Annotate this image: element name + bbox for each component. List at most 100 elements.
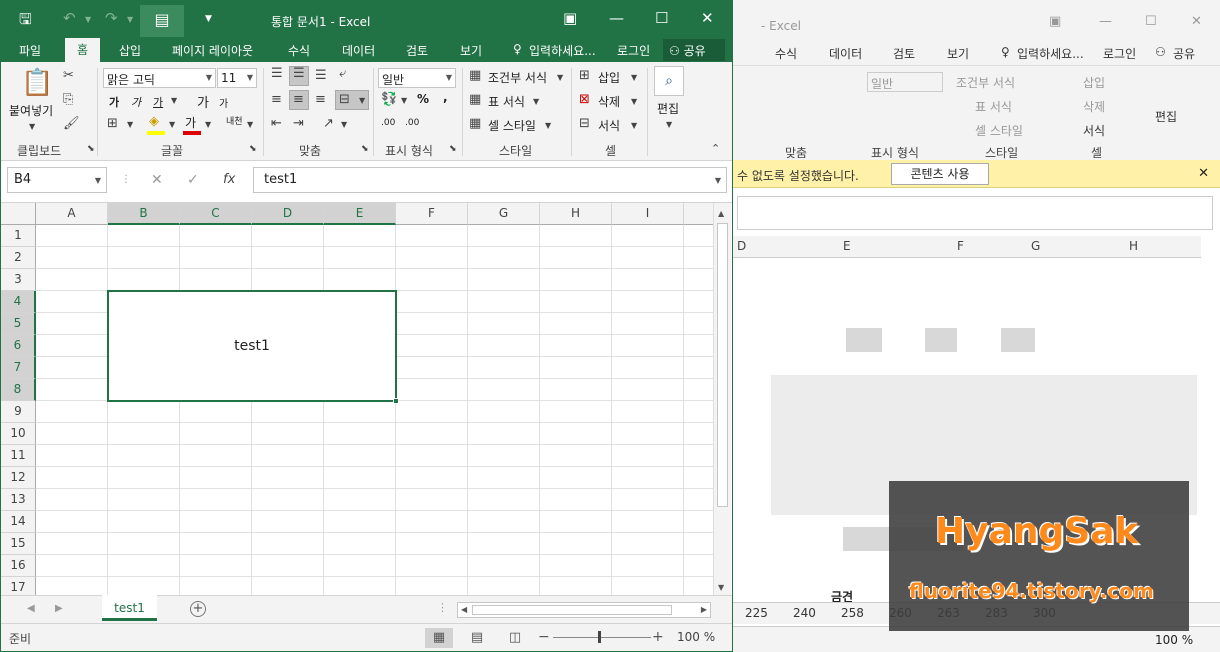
border-dropdown-icon[interactable]: ▼ xyxy=(127,120,133,129)
bg-share[interactable]: 공유 xyxy=(1173,45,1195,62)
form-icon[interactable]: ▤ xyxy=(140,5,184,37)
add-sheet-button[interactable]: + xyxy=(190,601,206,617)
cell-style-button[interactable]: 셀 스타일 xyxy=(488,117,536,134)
maximize-icon[interactable]: ☐ xyxy=(655,9,668,27)
chevron-down-icon[interactable]: ▼ xyxy=(631,73,637,82)
save-icon[interactable]: 🖫 xyxy=(19,9,32,34)
font-launcher-icon[interactable]: ⬊ xyxy=(249,144,257,154)
copy-icon[interactable]: ⎘ xyxy=(63,92,73,107)
underline-dropdown-icon[interactable]: ▼ xyxy=(171,96,177,105)
vertical-scrollbar[interactable]: ▲ ▼ xyxy=(713,203,731,595)
bg-tab-data[interactable]: 데이터 xyxy=(829,45,862,62)
font-size-combo[interactable]: 11 ▼ xyxy=(217,68,257,88)
cancel-icon[interactable]: ✕ xyxy=(151,172,163,188)
bg-minimize-icon[interactable]: — xyxy=(1099,14,1112,29)
fill-color-icon[interactable]: ◈ xyxy=(149,114,159,129)
table-format-button[interactable]: 표 서식 xyxy=(488,93,525,110)
paste-icon[interactable]: 📋 xyxy=(21,68,53,98)
bg-restore-ribbon-icon[interactable]: ▣ xyxy=(1049,14,1061,29)
align-left-icon[interactable]: ≡ xyxy=(271,92,282,107)
insert-function-button[interactable]: fx xyxy=(223,172,235,187)
insert-cells-button[interactable]: 삽입 xyxy=(598,69,620,86)
column-header[interactable]: H xyxy=(540,203,612,225)
wrap-text-icon[interactable]: ⤶ xyxy=(339,66,346,81)
zoom-out-icon[interactable]: − xyxy=(538,629,550,645)
chevron-down-icon[interactable]: ▼ xyxy=(666,120,672,129)
fill-handle[interactable] xyxy=(393,398,399,404)
increase-decimal-button[interactable]: .00 xyxy=(381,118,395,128)
row-header[interactable]: 12 xyxy=(1,467,36,489)
row-header[interactable]: 7 xyxy=(1,357,36,379)
column-header[interactable]: F xyxy=(396,203,468,225)
undo-dropdown-icon[interactable]: ▼ xyxy=(85,15,91,24)
column-header[interactable]: B xyxy=(108,203,180,225)
number-format-combo[interactable]: 일반 ▼ xyxy=(378,68,456,88)
merge-center-icon[interactable]: ⊟ xyxy=(339,92,350,107)
underline-button[interactable]: 가 xyxy=(153,94,163,110)
normal-view-icon[interactable]: ▦ xyxy=(425,628,453,648)
font-name-combo[interactable]: 맑은 고딕 ▼ xyxy=(103,68,216,88)
column-header[interactable] xyxy=(684,203,713,225)
row-header[interactable]: 6 xyxy=(1,335,36,357)
bg-tell-me[interactable]: 입력하세요... xyxy=(1017,45,1084,62)
column-header[interactable]: G xyxy=(468,203,540,225)
decrease-indent-icon[interactable]: ⇤ xyxy=(271,116,282,131)
bg-tab-formulas[interactable]: 수식 xyxy=(775,45,797,62)
accounting-format-icon[interactable]: 💱 xyxy=(381,92,397,107)
row-header[interactable]: 11 xyxy=(1,445,36,467)
align-center-icon[interactable]: ≡ xyxy=(293,92,304,107)
search-icon[interactable]: ⌕ xyxy=(654,66,684,96)
undo-icon[interactable]: ↶ xyxy=(63,9,76,27)
collapse-ribbon-icon[interactable]: ⌃ xyxy=(711,142,720,155)
merge-dropdown-icon[interactable]: ▼ xyxy=(359,96,365,105)
alignment-launcher-icon[interactable]: ⬊ xyxy=(361,144,369,154)
orientation-icon[interactable]: ↗ xyxy=(323,116,334,131)
accounting-dropdown-icon[interactable]: ▼ xyxy=(401,96,407,105)
bg-sheet-tab[interactable]: 225 xyxy=(745,606,768,620)
sheet-tab-test1[interactable]: test1 xyxy=(102,595,157,621)
vertical-scroll-thumb[interactable] xyxy=(717,223,728,507)
number-launcher-icon[interactable]: ⬊ xyxy=(449,144,457,154)
redo-icon[interactable]: ↷ xyxy=(105,9,118,27)
decrease-decimal-button[interactable]: .00 xyxy=(405,118,419,128)
orientation-dropdown-icon[interactable]: ▼ xyxy=(341,120,347,129)
enter-icon[interactable]: ✓ xyxy=(187,172,199,188)
bg-maximize-icon[interactable]: ☐ xyxy=(1145,14,1157,29)
bg-sheet-tab[interactable]: 258 xyxy=(841,606,864,620)
bg-login[interactable]: 로그인 xyxy=(1103,45,1136,62)
tab-review[interactable]: 검토 xyxy=(406,42,428,59)
horizontal-scroll-thumb[interactable] xyxy=(472,605,672,615)
page-break-view-icon[interactable]: ◫ xyxy=(501,628,529,648)
tab-home[interactable]: 홈 xyxy=(65,38,101,62)
delete-cells-button[interactable]: 삭제 xyxy=(598,93,620,110)
phonetic-dropdown-icon[interactable]: ▼ xyxy=(247,120,253,129)
formula-input[interactable]: test1 ▼ xyxy=(253,167,727,193)
page-layout-view-icon[interactable]: ▤ xyxy=(463,628,491,648)
column-header[interactable]: C xyxy=(180,203,252,225)
chevron-down-icon[interactable]: ▼ xyxy=(533,97,539,106)
column-header[interactable]: D xyxy=(252,203,324,225)
scroll-left-icon[interactable]: ◀ xyxy=(461,605,467,614)
align-right-icon[interactable]: ≡ xyxy=(315,92,326,107)
row-header[interactable]: 17 xyxy=(1,577,36,595)
row-header[interactable]: 5 xyxy=(1,313,36,335)
tab-page-layout[interactable]: 페이지 레이아웃 xyxy=(172,42,253,59)
row-header[interactable]: 13 xyxy=(1,489,36,511)
font-color-button[interactable]: 가 xyxy=(185,114,196,131)
clipboard-launcher-icon[interactable]: ⬊ xyxy=(87,144,95,154)
align-bottom-icon[interactable]: ☰ xyxy=(315,68,327,83)
tab-formulas[interactable]: 수식 xyxy=(288,42,310,59)
chevron-down-icon[interactable]: ▼ xyxy=(631,97,637,106)
tell-me-input[interactable]: 입력하세요... xyxy=(529,42,596,59)
share-button[interactable]: ⚇ 공유 xyxy=(663,39,725,61)
format-cells-button[interactable]: 서식 xyxy=(598,117,620,134)
format-painter-icon[interactable]: 🖌 xyxy=(63,116,80,131)
zoom-slider-knob[interactable] xyxy=(598,631,601,643)
align-middle-icon[interactable]: ☰ xyxy=(293,66,305,81)
split-handle-icon[interactable]: ⋮ xyxy=(437,601,448,614)
next-sheet-icon[interactable]: ▶ xyxy=(55,603,63,614)
paste-dropdown-icon[interactable]: ▼ xyxy=(29,122,35,131)
zoom-slider[interactable] xyxy=(553,637,651,638)
increase-indent-icon[interactable]: ⇥ xyxy=(293,116,304,131)
chevron-down-icon[interactable]: ▼ xyxy=(631,121,637,130)
